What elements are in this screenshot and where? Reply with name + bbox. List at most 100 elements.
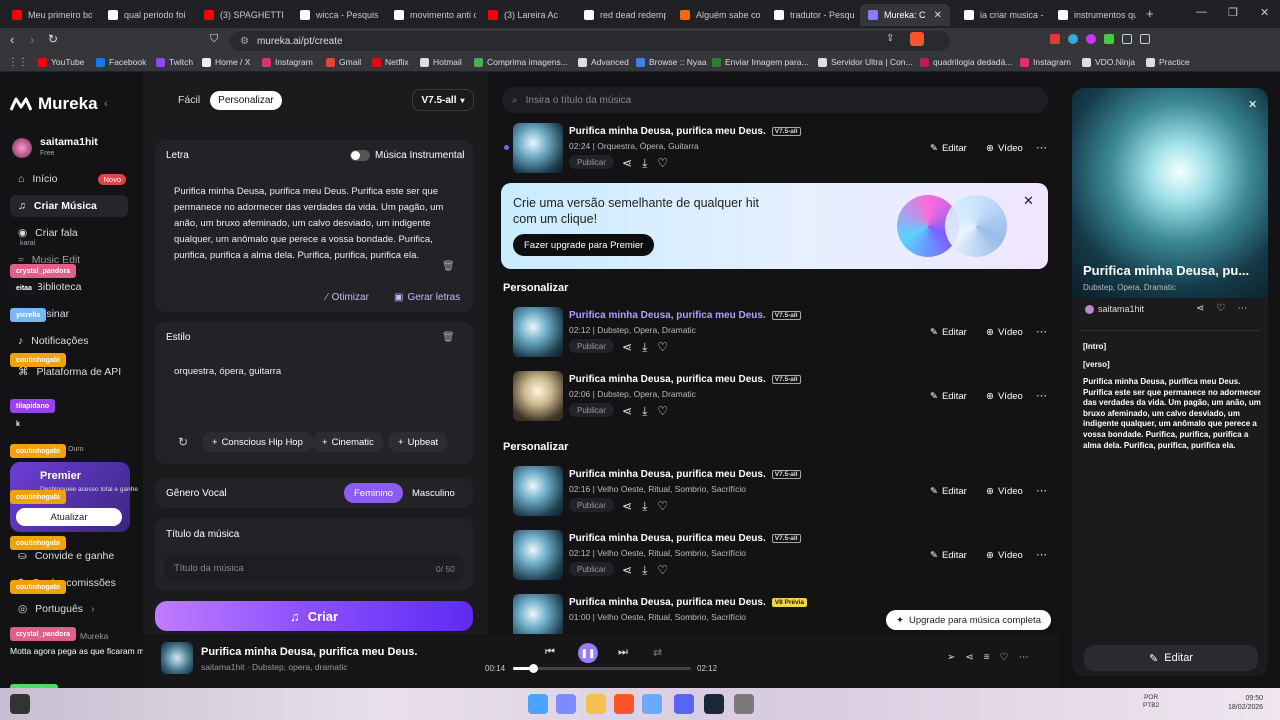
sidebar-item-criar-musica[interactable]: ♫ Criar Música <box>10 195 128 217</box>
song-row[interactable]: Purifica minha Deusa, purifica meu Deus.… <box>510 123 1050 181</box>
next-icon[interactable]: ⏭ <box>618 646 628 659</box>
song-cover[interactable] <box>513 466 563 516</box>
app-icon[interactable] <box>642 694 662 714</box>
extension-icon[interactable] <box>1050 34 1060 44</box>
discord-icon[interactable] <box>674 694 694 714</box>
detail-edit-button[interactable]: ✎ Editar <box>1084 645 1258 671</box>
bookmark-item[interactable]: Practice <box>1146 57 1190 67</box>
settings-icon[interactable] <box>734 694 754 714</box>
forward-icon[interactable]: › <box>30 32 34 47</box>
new-tab-icon[interactable]: + <box>1146 6 1154 21</box>
style-input[interactable]: orquestra, ópera, guitarra <box>174 366 281 377</box>
repeat-icon[interactable]: ⇄ <box>653 646 662 659</box>
bookmark-item[interactable]: Netflix <box>372 57 409 67</box>
sidebar-toggle-icon[interactable] <box>1140 34 1150 44</box>
heart-icon[interactable]: ♡ <box>1000 652 1009 663</box>
bookmark-item[interactable]: Enviar Imagem para... <box>712 57 809 67</box>
puzzle-icon[interactable] <box>1122 34 1132 44</box>
upgrade-full-song-button[interactable]: ✦ Upgrade para música completa <box>886 610 1051 630</box>
bookmark-item[interactable]: YouTube <box>38 57 84 67</box>
browser-tab[interactable]: instrumentos que <box>1050 4 1136 26</box>
brave-icon[interactable] <box>614 694 634 714</box>
download-icon[interactable]: ⤓ <box>642 499 647 514</box>
song-cover[interactable] <box>513 530 563 580</box>
sidebar-item-inicio[interactable]: ⌂ Início Novo <box>10 168 128 190</box>
video-button[interactable]: ⊕ Vídeo <box>980 323 1029 341</box>
song-row[interactable]: Purifica minha Deusa, purifica meu Deus.… <box>510 307 1050 365</box>
progress-bar[interactable] <box>513 664 691 673</box>
trash-icon[interactable]: 🗑 <box>442 261 455 272</box>
vocal-masculino[interactable]: Masculino <box>402 483 465 503</box>
pause-button[interactable]: ❚❚ <box>578 643 598 663</box>
back-icon[interactable]: ‹ <box>10 32 14 47</box>
close-banner-icon[interactable]: ✕ <box>1023 193 1034 209</box>
heart-icon[interactable]: ♡ <box>657 404 668 419</box>
taskview-icon[interactable] <box>556 694 576 714</box>
song-row[interactable]: Purifica minha Deusa, purifica meu Deus.… <box>510 466 1050 524</box>
clock[interactable]: 09:50 18/02/2026 <box>1228 694 1263 712</box>
bookmark-item[interactable]: Advanced <box>578 57 629 67</box>
browser-tab[interactable]: wicca - Pesquisa <box>292 4 378 26</box>
more-icon[interactable]: ⋯ <box>1036 141 1047 154</box>
lyrics-textarea[interactable]: Purifica minha Deusa, purifica meu Deus.… <box>164 176 464 282</box>
share-icon[interactable]: ⋖ <box>1196 303 1204 314</box>
avatar[interactable] <box>12 138 32 158</box>
extension-icon[interactable] <box>1068 34 1078 44</box>
style-tag[interactable]: + Conscious Hip Hop <box>202 432 313 452</box>
apps-grid-icon[interactable]: ⋮⋮ <box>8 57 28 68</box>
video-button[interactable]: ⊕ Vídeo <box>980 387 1029 405</box>
extension-icon[interactable] <box>1086 34 1096 44</box>
song-cover[interactable] <box>513 371 563 421</box>
publish-button[interactable]: Publicar <box>569 562 614 576</box>
browser-tab[interactable]: (3) SPAGHETTI W <box>196 4 286 26</box>
generate-lyrics-button[interactable]: ▣ Gerar letras <box>394 292 460 303</box>
style-tag[interactable]: + Cinematic <box>312 432 384 452</box>
browser-tab[interactable]: Meu primeiro bo <box>4 4 92 26</box>
heart-icon[interactable]: ♡ <box>657 499 668 514</box>
download-icon[interactable]: ⤓ <box>642 156 647 171</box>
trash-icon[interactable]: 🗑 <box>442 332 455 343</box>
bookmark-item[interactable]: Browse :: Nyaa <box>636 57 707 67</box>
video-button[interactable]: ⊕ Vídeo <box>980 139 1029 157</box>
share-icon[interactable]: ⋖ <box>622 340 632 355</box>
create-button[interactable]: ♫ Criar <box>155 601 473 631</box>
vocal-feminino[interactable]: Feminino <box>344 483 404 503</box>
minimize-icon[interactable]: — <box>1196 6 1207 18</box>
video-button[interactable]: ⊕ Vídeo <box>980 546 1029 564</box>
bookmark-icon[interactable]: ⛉ <box>210 33 218 46</box>
browser-tab[interactable]: (3) Lareira Ac <box>480 4 566 26</box>
edit-button[interactable]: ✎ Editar <box>924 387 973 405</box>
download-icon[interactable]: ⤓ <box>642 563 647 578</box>
bookmark-item[interactable]: Instagram <box>1020 57 1071 67</box>
more-icon[interactable]: ⋯ <box>1036 389 1047 402</box>
song-cover[interactable] <box>513 307 563 357</box>
publish-button[interactable]: Publicar <box>569 339 614 353</box>
close-tab-icon[interactable]: ✕ <box>934 10 942 21</box>
heart-icon[interactable]: ♡ <box>657 156 668 171</box>
edit-button[interactable]: ✎ Editar <box>924 546 973 564</box>
bookmark-item[interactable]: Comprima imagens... <box>474 57 568 67</box>
browser-tab[interactable]: red dead redemp <box>576 4 666 26</box>
browser-tab-active[interactable]: Mureka: C ✕ <box>860 4 950 26</box>
share-icon[interactable]: ⋖ <box>622 499 632 514</box>
publish-button[interactable]: Publicar <box>569 403 614 417</box>
detail-author[interactable]: saitama1hit <box>1098 304 1144 314</box>
collapse-sidebar-icon[interactable]: ‹ <box>104 98 108 110</box>
more-icon[interactable]: ⋯ <box>1036 484 1047 497</box>
previous-icon[interactable]: ⏮ <box>545 646 555 659</box>
song-cover[interactable] <box>513 123 563 173</box>
steam-icon[interactable] <box>704 694 724 714</box>
send-icon[interactable]: ➢ <box>947 652 955 663</box>
queue-icon[interactable]: ≡ <box>984 652 990 663</box>
bookmark-item[interactable]: Home / X <box>202 57 250 67</box>
bookmark-item[interactable]: quadrilogia dedadá... <box>920 57 1012 67</box>
share-icon[interactable]: ⋖ <box>622 563 632 578</box>
maximize-icon[interactable]: ❐ <box>1228 6 1238 19</box>
tab-facil[interactable]: Fácil <box>168 90 210 110</box>
extension-icon[interactable] <box>1104 34 1114 44</box>
refresh-icon[interactable]: ↻ <box>178 435 188 449</box>
heart-icon[interactable]: ♡ <box>657 563 668 578</box>
model-select[interactable]: V7.5-all ▾ <box>412 89 474 111</box>
bookmark-item[interactable]: Facebook <box>96 57 146 67</box>
browser-tab[interactable]: ia criar musica - <box>956 4 1044 26</box>
